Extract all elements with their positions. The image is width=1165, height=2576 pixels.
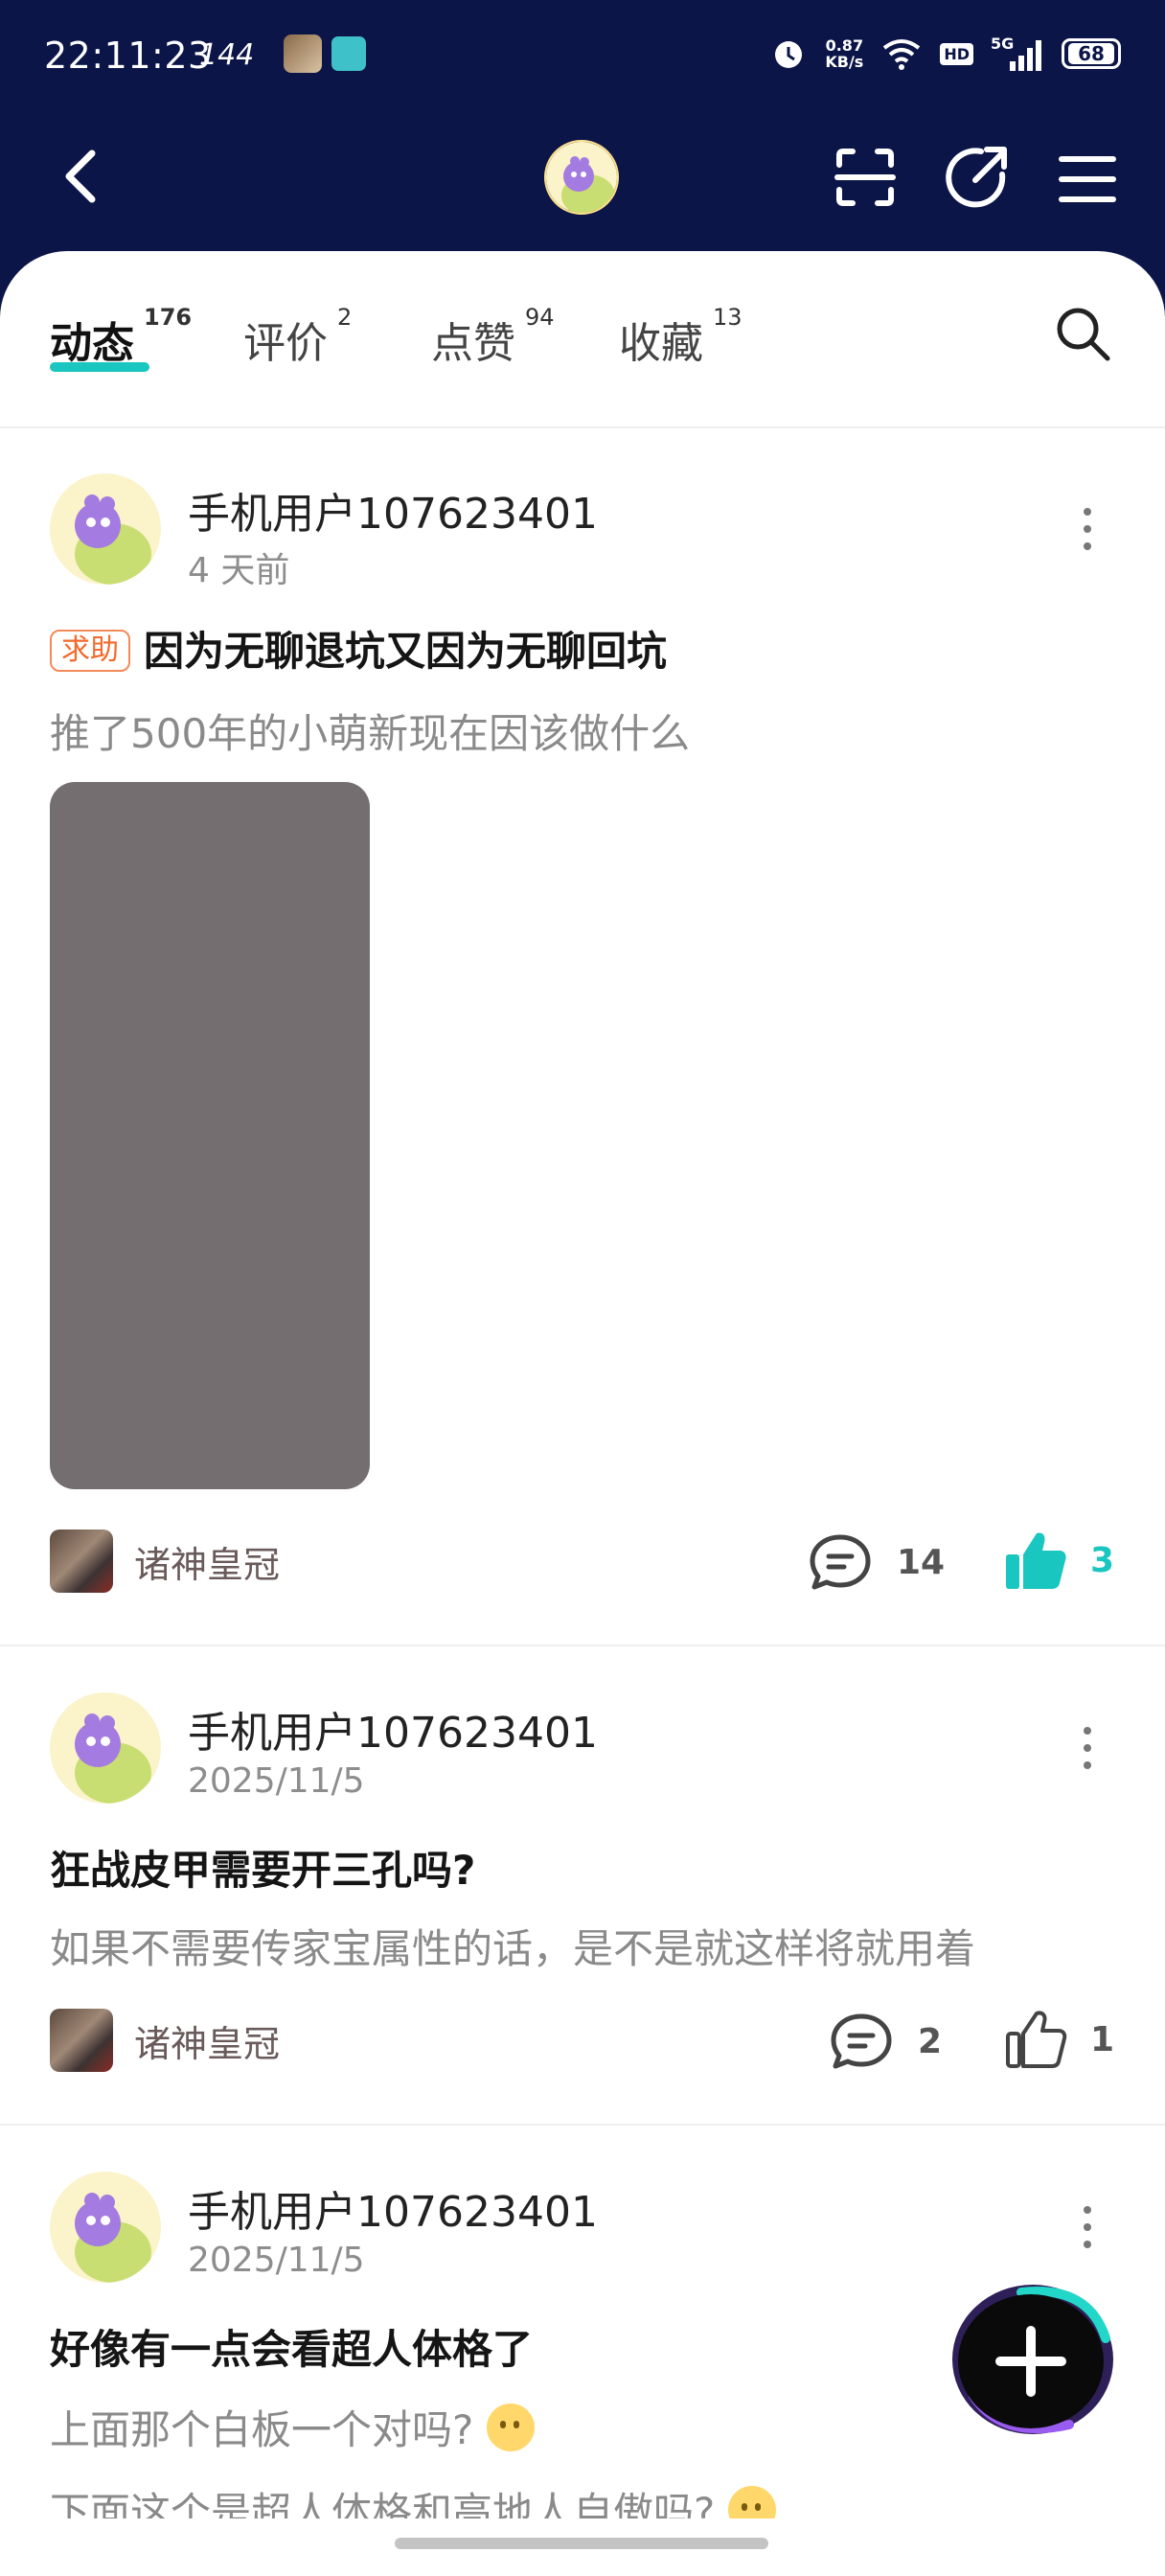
tab-count: 2 [337, 304, 353, 332]
tab-bar: 动态 176 评价 2 点赞 94 收藏 13 [0, 251, 1165, 428]
post-title[interactable]: 好像有一点会看超人体格了 [50, 2317, 533, 2376]
tab-favorites[interactable]: 收藏 13 [619, 304, 742, 370]
like-count: 1 [1090, 2019, 1115, 2059]
profile-avatar[interactable] [544, 140, 619, 215]
app-notification-icon [284, 34, 322, 73]
divider [0, 2124, 1165, 2126]
more-options-icon[interactable] [1073, 500, 1102, 558]
tab-dynamics[interactable]: 动态 176 [50, 304, 192, 370]
divider [0, 1644, 1165, 1646]
home-indicator[interactable] [395, 2538, 768, 2549]
wifi-icon [883, 39, 921, 70]
tab-count: 13 [713, 304, 742, 332]
tab-count: 176 [144, 304, 193, 332]
comment-icon [831, 2013, 892, 2069]
game-icon [50, 1530, 113, 1593]
like-button[interactable]: 1 [1004, 2009, 1114, 2070]
status-time: 22:11:23 [44, 34, 212, 77]
game-icon [50, 2009, 113, 2072]
help-tag: 求助 [50, 630, 130, 672]
post-title[interactable]: 狂战皮甲需要开三孔吗? [50, 1838, 475, 1897]
comment-count: 14 [897, 1542, 946, 1582]
scan-icon[interactable] [832, 144, 899, 211]
user-avatar[interactable] [50, 1692, 161, 1804]
game-name: 诸神皇冠 [134, 1543, 281, 1586]
active-tab-indicator [50, 362, 149, 372]
user-avatar[interactable] [50, 2172, 161, 2283]
username[interactable]: 手机用户107623401 [188, 1698, 598, 1760]
notification-icons [284, 34, 370, 73]
status-bar: 22:11:23 144 0.87 KB/s HD 5G 68 [0, 0, 1165, 110]
thumbs-up-icon [1006, 2011, 1067, 2068]
like-button[interactable]: 3 [1004, 1530, 1114, 1591]
post-time: 2025/11/5 [188, 1761, 365, 1801]
smile-emoji-icon [487, 2404, 536, 2451]
post-body[interactable]: 推了500年的小萌新现在因该做什么 [50, 702, 690, 760]
game-link[interactable]: 诸神皇冠 [50, 1530, 280, 1593]
post-title-text: 因为无聊退坑又因为无聊回坑 [144, 628, 668, 675]
user-avatar[interactable] [50, 473, 161, 585]
search-icon[interactable] [1052, 303, 1113, 364]
tab-label: 动态 [50, 319, 134, 368]
thumbs-up-icon [1006, 1532, 1066, 1589]
post-title[interactable]: 求助 因为无聊退坑又因为无聊回坑 [50, 619, 667, 678]
app-notification-icon [331, 36, 366, 71]
tab-label: 评价 [243, 319, 328, 368]
more-options-icon[interactable] [1073, 1719, 1102, 1777]
battery-level: 68 [1068, 43, 1114, 64]
refresh-rate: 144 [199, 38, 255, 72]
username[interactable]: 手机用户107623401 [188, 479, 598, 540]
comment-count: 2 [918, 2021, 943, 2061]
cell-signal-icon: 5G [991, 34, 1044, 73]
post-body-line[interactable]: 上面那个白板一个对吗? [50, 2398, 536, 2456]
tab-label: 点赞 [431, 319, 515, 368]
net-speed: 0.87 KB/s [825, 37, 863, 70]
hd-badge: HD [940, 42, 973, 65]
tab-reviews[interactable]: 评价 2 [243, 304, 352, 370]
game-link[interactable]: 诸神皇冠 [50, 2009, 280, 2072]
share-icon[interactable] [943, 144, 1012, 213]
tab-likes[interactable]: 点赞 94 [431, 304, 555, 370]
post-image[interactable] [50, 782, 370, 1489]
menu-icon[interactable] [1056, 148, 1119, 211]
more-options-icon[interactable] [1073, 2198, 1102, 2256]
back-arrow-icon[interactable] [52, 146, 109, 207]
create-post-button[interactable] [945, 2281, 1117, 2442]
post-body-text: 上面那个白板一个对吗? [50, 2406, 474, 2453]
post-body[interactable]: 如果不需要传家宝属性的话，是不是就这样将就用着 [50, 1917, 975, 1975]
post-time: 4 天前 [188, 551, 290, 590]
tab-count: 94 [525, 304, 555, 332]
comment-button[interactable]: 14 [809, 1533, 945, 1591]
comment-icon [810, 1534, 871, 1590]
top-nav [0, 125, 1165, 230]
tab-label: 收藏 [619, 319, 703, 368]
net-speed-value: 0.87 [825, 36, 864, 55]
game-name: 诸神皇冠 [134, 2022, 281, 2065]
net-speed-unit: KB/s [825, 53, 864, 71]
alarm-icon [775, 41, 803, 68]
like-count: 3 [1090, 1540, 1115, 1580]
battery-icon: 68 [1062, 38, 1121, 69]
comment-button[interactable]: 2 [830, 2012, 942, 2070]
post-time: 2025/11/5 [188, 2241, 365, 2280]
username[interactable]: 手机用户107623401 [188, 2177, 598, 2239]
